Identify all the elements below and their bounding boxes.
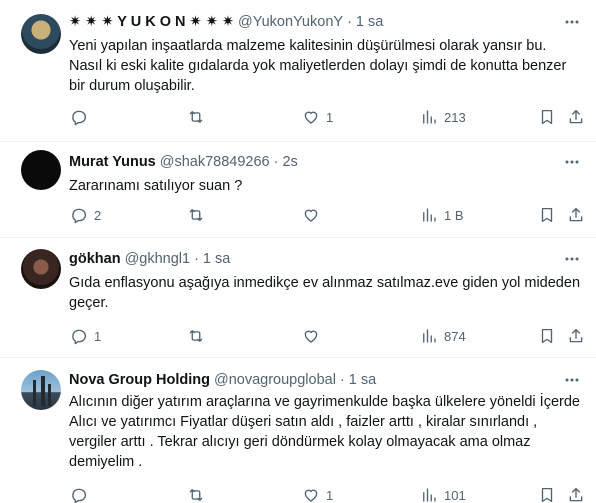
retweet-icon	[189, 330, 203, 342]
reply-bubble-icon	[72, 110, 87, 126]
author-name[interactable]: Nova Group Holding	[69, 372, 210, 388]
share-upload-icon	[569, 328, 583, 343]
separator-dot: ·	[194, 251, 199, 267]
bookmark-button[interactable]	[538, 107, 556, 127]
avatar[interactable]	[21, 249, 61, 289]
tweet-text: Gıda enflasyonu aşağıya inmedikçe ev alı…	[69, 275, 581, 311]
author-name[interactable]: ✷ ✷ ✷ Y U K O N ✷ ✷ ✷	[69, 14, 234, 30]
heart-icon	[304, 330, 318, 343]
share-button[interactable]	[567, 205, 585, 225]
author-handle[interactable]: @gkhngl1	[125, 251, 191, 267]
reply-bubble-icon	[72, 329, 87, 345]
share-upload-icon	[569, 109, 583, 124]
tweet-text: Zararınamı satılıyor suan ?	[69, 178, 243, 194]
view-count: 213	[444, 109, 466, 125]
bookmark-button[interactable]	[538, 326, 556, 346]
view-count: 1 B	[444, 207, 464, 223]
like-button[interactable]	[302, 326, 326, 346]
more-dots-icon[interactable]	[562, 370, 582, 390]
like-button[interactable]: 1	[302, 107, 333, 127]
author-handle[interactable]: @novagroupglobal	[214, 372, 336, 388]
tweet-actions: 1 213	[60, 107, 590, 127]
author-handle[interactable]: @shak78849266	[160, 154, 270, 170]
share-upload-icon	[569, 487, 583, 502]
avatar[interactable]	[21, 150, 61, 190]
tweet-header: Nova Group Holding @novagroupglobal · 1 …	[69, 370, 376, 390]
view-count: 874	[444, 328, 466, 344]
separator-dot: ·	[347, 14, 352, 30]
share-button[interactable]	[567, 485, 585, 503]
tweet[interactable]: gökhan @gkhngl1 · 1 sa Gıda enflasyonu a…	[0, 238, 596, 358]
author-handle[interactable]: @YukonYukonY	[238, 14, 343, 30]
timestamp[interactable]: 1 sa	[356, 14, 383, 30]
heart-icon	[304, 209, 318, 222]
retweet-button[interactable]	[187, 205, 211, 225]
views-bar-chart-icon	[423, 208, 436, 222]
bookmark-icon	[541, 109, 553, 125]
retweet-button[interactable]	[187, 326, 211, 346]
retweet-button[interactable]	[187, 485, 211, 503]
retweet-icon	[189, 209, 203, 221]
like-button[interactable]	[302, 205, 326, 225]
timestamp[interactable]: 1 sa	[349, 372, 376, 388]
retweet-icon	[189, 111, 203, 123]
reply-bubble-icon	[72, 208, 87, 224]
share-upload-icon	[569, 207, 583, 222]
timestamp[interactable]: 2s	[282, 154, 297, 170]
author-name[interactable]: gökhan	[69, 251, 121, 267]
views-button[interactable]: 1 B	[420, 205, 464, 225]
like-count: 1	[326, 487, 334, 503]
reply-bubble-icon	[72, 488, 87, 503]
share-button[interactable]	[567, 326, 585, 346]
more-dots-icon[interactable]	[562, 152, 582, 172]
avatar[interactable]	[21, 370, 61, 410]
bookmark-button[interactable]	[538, 205, 556, 225]
reply-button[interactable]: 1	[70, 326, 101, 346]
retweet-icon	[189, 489, 203, 501]
views-button[interactable]: 213	[420, 107, 466, 127]
retweet-button[interactable]	[187, 107, 211, 127]
separator-dot: ·	[339, 372, 345, 388]
reply-count: 1	[94, 328, 102, 344]
avatar[interactable]	[21, 14, 61, 54]
tweet-actions: 1 101	[60, 485, 590, 503]
views-bar-chart-icon	[423, 110, 436, 124]
reply-button[interactable]	[70, 107, 94, 127]
bookmark-icon	[541, 328, 553, 344]
bookmark-icon	[541, 207, 553, 223]
more-dots-icon[interactable]	[562, 12, 582, 32]
reply-button[interactable]	[70, 485, 94, 503]
author-name[interactable]: Murat Yunus	[69, 154, 156, 170]
like-count: 1	[326, 109, 334, 125]
views-button[interactable]: 101	[420, 485, 466, 503]
heart-icon	[304, 111, 318, 124]
view-count: 101	[444, 487, 466, 503]
views-bar-chart-icon	[423, 329, 436, 343]
heart-icon	[304, 489, 318, 502]
separator-dot: ·	[273, 154, 279, 170]
tweet[interactable]: ✷ ✷ ✷ Y U K O N ✷ ✷ ✷ @YukonYukonY · 1 s…	[0, 0, 596, 142]
tweet-text: Yeni yapılan inşaatlarda malzeme kalites…	[69, 38, 567, 94]
share-button[interactable]	[567, 107, 585, 127]
bookmark-button[interactable]	[538, 485, 556, 503]
reply-count: 2	[94, 207, 102, 223]
bookmark-icon	[541, 487, 553, 503]
views-button[interactable]: 874	[420, 326, 466, 346]
tweet[interactable]: Murat Yunus @shak78849266 · 2s Zararınam…	[0, 142, 596, 238]
tweet-header: ✷ ✷ ✷ Y U K O N ✷ ✷ ✷ @YukonYukonY · 1 s…	[69, 12, 383, 32]
reply-button[interactable]: 2	[70, 205, 101, 225]
tweet[interactable]: Nova Group Holding @novagroupglobal · 1 …	[0, 358, 596, 503]
tweet-header: Murat Yunus @shak78849266 · 2s	[69, 152, 298, 172]
tweet-actions: 2 1 B	[60, 205, 590, 225]
tweet-text: Alıcının diğer yatırım araçlarına ve gay…	[69, 394, 580, 470]
tweet-actions: 1 874	[60, 326, 590, 346]
like-button[interactable]: 1	[302, 485, 333, 503]
views-bar-chart-icon	[423, 488, 436, 502]
more-dots-icon[interactable]	[562, 249, 582, 269]
timestamp[interactable]: 1 sa	[203, 251, 230, 267]
tweet-header: gökhan @gkhngl1 · 1 sa	[69, 249, 230, 269]
